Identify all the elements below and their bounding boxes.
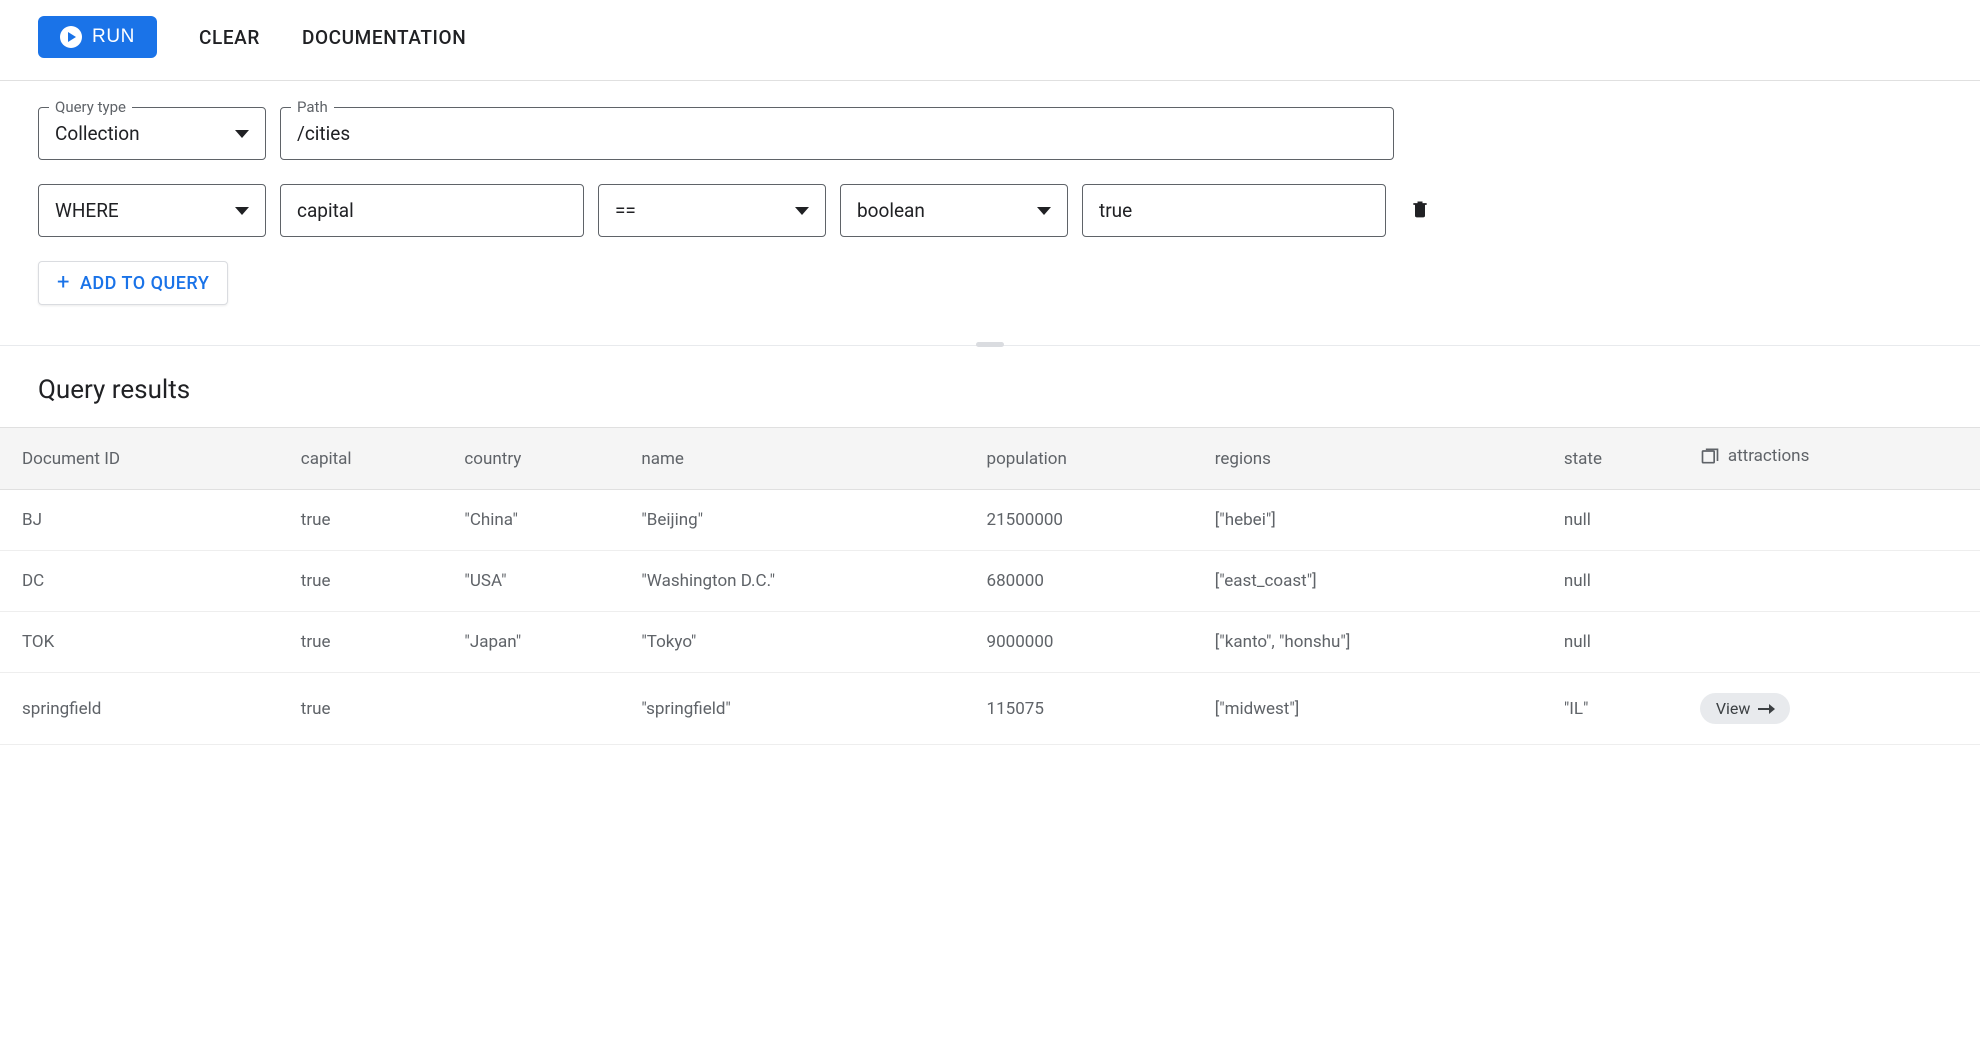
cell-population: 9000000 xyxy=(975,612,1203,673)
table-row[interactable]: TOKtrue"Japan""Tokyo"9000000["kanto", "h… xyxy=(0,612,1980,673)
clause-value-text: true xyxy=(1099,199,1132,222)
clause-value-input[interactable]: true xyxy=(1082,184,1386,237)
clause-operator-select[interactable]: == xyxy=(598,184,826,237)
query-toolbar: RUN CLEAR DOCUMENTATION xyxy=(0,0,1980,81)
col-population[interactable]: population xyxy=(975,428,1203,490)
chevron-down-icon xyxy=(795,207,809,215)
query-type-select[interactable]: Query type Collection xyxy=(38,107,266,160)
cell-population: 680000 xyxy=(975,551,1203,612)
path-input[interactable]: Path /cities xyxy=(280,107,1394,160)
col-capital[interactable]: capital xyxy=(289,428,453,490)
cell-attractions: View xyxy=(1688,673,1980,745)
view-subcollection-button[interactable]: View xyxy=(1700,693,1791,724)
documentation-link[interactable]: DOCUMENTATION xyxy=(302,26,466,49)
query-builder: Query type Collection Path /cities WHERE… xyxy=(0,81,1980,345)
chevron-down-icon xyxy=(235,130,249,138)
cell-capital: true xyxy=(289,551,453,612)
cell-attractions xyxy=(1688,490,1980,551)
clause-type-value: WHERE xyxy=(55,199,119,222)
cell-state: null xyxy=(1552,551,1688,612)
chevron-down-icon xyxy=(1037,207,1051,215)
view-label: View xyxy=(1716,699,1751,718)
drag-handle-icon xyxy=(976,342,1004,347)
results-title: Query results xyxy=(0,369,1980,427)
clause-field-value: capital xyxy=(297,199,354,222)
arrow-right-icon xyxy=(1758,708,1774,710)
chevron-down-icon xyxy=(235,207,249,215)
col-regions[interactable]: regions xyxy=(1203,428,1552,490)
cell-name: "springfield" xyxy=(629,673,974,745)
run-button-label: RUN xyxy=(92,26,135,48)
cell-name: "Tokyo" xyxy=(629,612,974,673)
run-button[interactable]: RUN xyxy=(38,16,157,58)
cell-state: "IL" xyxy=(1552,673,1688,745)
subcollection-icon xyxy=(1700,446,1720,466)
cell-population: 115075 xyxy=(975,673,1203,745)
cell-attractions xyxy=(1688,612,1980,673)
table-header-row: Document ID capital country name populat… xyxy=(0,428,1980,490)
clause-field-input[interactable]: capital xyxy=(280,184,584,237)
trash-icon xyxy=(1410,197,1430,221)
cell-state: null xyxy=(1552,612,1688,673)
cell-name: "Washington D.C." xyxy=(629,551,974,612)
clause-type-select[interactable]: WHERE xyxy=(38,184,266,237)
cell-regions: ["hebei"] xyxy=(1203,490,1552,551)
col-country[interactable]: country xyxy=(452,428,629,490)
query-type-value: Collection xyxy=(55,122,140,145)
table-row[interactable]: BJtrue"China""Beijing"21500000["hebei"]n… xyxy=(0,490,1980,551)
cell-capital: true xyxy=(289,490,453,551)
cell-capital: true xyxy=(289,612,453,673)
cell-country: "Japan" xyxy=(452,612,629,673)
col-name[interactable]: name xyxy=(629,428,974,490)
delete-clause-button[interactable] xyxy=(1404,191,1436,230)
col-state[interactable]: state xyxy=(1552,428,1688,490)
cell-doc_id: springfield xyxy=(0,673,289,745)
clear-button[interactable]: CLEAR xyxy=(199,26,260,49)
cell-population: 21500000 xyxy=(975,490,1203,551)
cell-state: null xyxy=(1552,490,1688,551)
add-to-query-label: ADD TO QUERY xyxy=(80,273,209,294)
cell-doc_id: TOK xyxy=(0,612,289,673)
cell-country: "China" xyxy=(452,490,629,551)
col-attractions[interactable]: attractions xyxy=(1688,428,1980,490)
clause-value-type-value: boolean xyxy=(857,199,925,222)
col-document-id[interactable]: Document ID xyxy=(0,428,289,490)
path-value: /cities xyxy=(297,122,350,145)
cell-name: "Beijing" xyxy=(629,490,974,551)
cell-capital: true xyxy=(289,673,453,745)
cell-country xyxy=(452,673,629,745)
path-legend: Path xyxy=(291,98,334,116)
plus-icon: + xyxy=(57,272,70,294)
col-attractions-label: attractions xyxy=(1728,446,1810,466)
cell-doc_id: DC xyxy=(0,551,289,612)
results-table: Document ID capital country name populat… xyxy=(0,427,1980,745)
cell-regions: ["east_coast"] xyxy=(1203,551,1552,612)
clause-value-type-select[interactable]: boolean xyxy=(840,184,1068,237)
pane-divider[interactable] xyxy=(0,345,1980,357)
cell-country: "USA" xyxy=(452,551,629,612)
cell-regions: ["midwest"] xyxy=(1203,673,1552,745)
query-type-legend: Query type xyxy=(49,98,132,116)
query-results: Query results Document ID capital countr… xyxy=(0,357,1980,745)
clause-operator-value: == xyxy=(615,199,636,222)
table-row[interactable]: springfieldtrue "springfield"115075["midw… xyxy=(0,673,1980,745)
table-row[interactable]: DCtrue"USA""Washington D.C."680000["east… xyxy=(0,551,1980,612)
cell-attractions xyxy=(1688,551,1980,612)
cell-regions: ["kanto", "honshu"] xyxy=(1203,612,1552,673)
add-to-query-button[interactable]: + ADD TO QUERY xyxy=(38,261,228,305)
play-icon xyxy=(60,26,82,48)
cell-doc_id: BJ xyxy=(0,490,289,551)
